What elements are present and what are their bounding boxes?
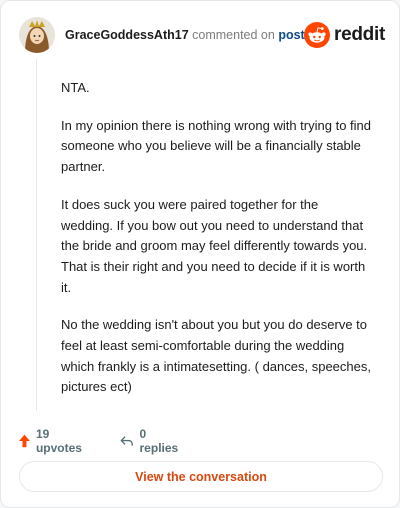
view-conversation-button[interactable]: View the conversation bbox=[19, 461, 383, 492]
comment-body: NTA. In my opinion there is nothing wron… bbox=[61, 78, 371, 415]
commented-on-text: commented on bbox=[192, 28, 275, 42]
avatar[interactable] bbox=[19, 17, 55, 53]
thread-line bbox=[36, 59, 37, 411]
comment-paragraph: It does suck you were paired together fo… bbox=[61, 196, 368, 295]
comment-card: GraceGoddessAth17 commented on post redd… bbox=[0, 0, 400, 508]
username[interactable]: GraceGoddessAth17 bbox=[65, 28, 189, 42]
comment-paragraph: In my opinion there is nothing wrong wit… bbox=[61, 117, 372, 175]
reply-count: 0 replies bbox=[139, 427, 179, 455]
reddit-logo[interactable]: reddit bbox=[304, 21, 385, 49]
reply-arrow-icon bbox=[120, 436, 133, 446]
comment-meta: GraceGoddessAth17 commented on post bbox=[65, 28, 305, 42]
reddit-wordmark: reddit bbox=[334, 24, 385, 45]
comment-paragraph: No the wedding isn't about you but you d… bbox=[61, 317, 371, 395]
reddit-snoo-icon bbox=[304, 22, 331, 48]
reply-button[interactable]: 0 replies bbox=[120, 427, 181, 455]
comment-paragraph: NTA. bbox=[61, 80, 90, 95]
post-link[interactable]: post bbox=[278, 28, 304, 42]
avatar-icon bbox=[19, 17, 55, 53]
upvote-arrow-icon bbox=[19, 434, 30, 448]
upvote-button[interactable]: 19 upvotes bbox=[19, 427, 85, 455]
upvote-count: 19 upvotes bbox=[35, 427, 82, 455]
comment-header: GraceGoddessAth17 commented on post redd… bbox=[19, 17, 385, 53]
